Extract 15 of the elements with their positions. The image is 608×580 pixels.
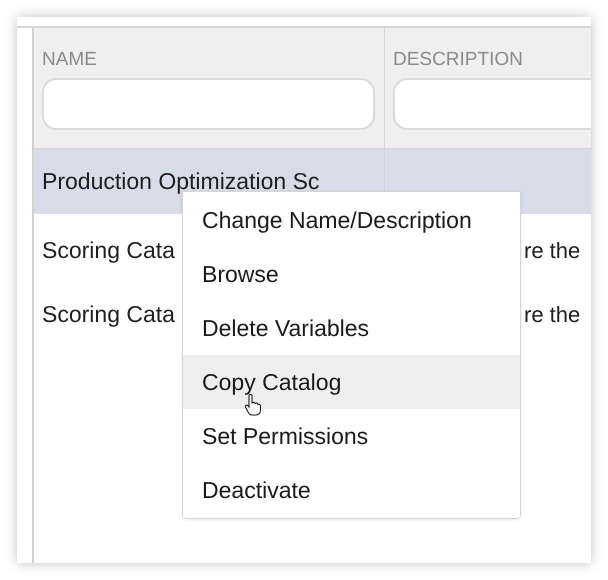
column-header: NAME: [42, 48, 98, 72]
filter-field[interactable]: [42, 78, 375, 130]
table-cell-text: re the: [524, 236, 580, 264]
column-header: DESCRIPTION: [393, 48, 524, 72]
table-cell-text: re the: [524, 300, 580, 328]
pointer-hand-icon: [244, 394, 262, 416]
menu-item[interactable]: Set Permissions: [183, 409, 520, 463]
menu-item[interactable]: Copy Catalog: [183, 355, 520, 409]
menu-item[interactable]: Change Name/Description: [183, 193, 520, 247]
table-cell-text: Scoring Cata: [42, 236, 175, 265]
table-cell-text: Scoring Cata: [42, 300, 175, 329]
menu-item[interactable]: Deactivate: [183, 463, 520, 517]
filter-field[interactable]: [393, 78, 591, 130]
menu-item[interactable]: Delete Variables: [183, 301, 520, 355]
menu-item[interactable]: Browse: [183, 247, 520, 301]
